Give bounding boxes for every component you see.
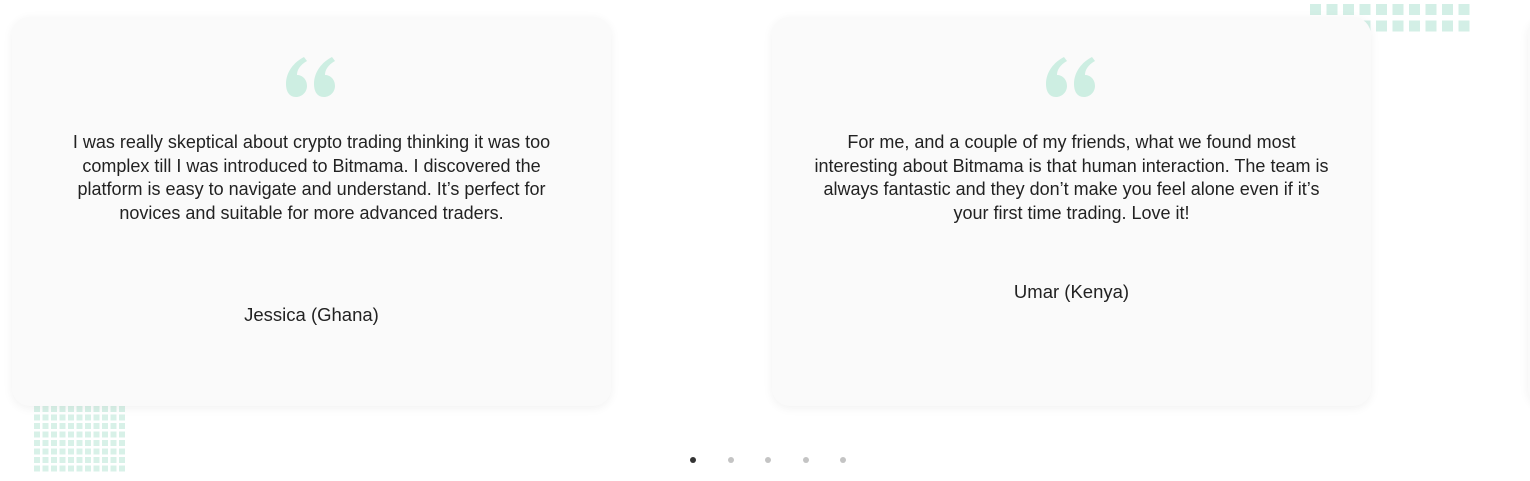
testimonial-card: For me, and a couple of my friends, what… [772,17,1371,406]
decorative-dot-grid-bottom [34,406,125,472]
carousel-pagination [689,456,877,464]
quote-open-icon [12,45,611,105]
testimonial-text: For me, and a couple of my friends, what… [814,132,1329,223]
pagination-dot-5[interactable] [840,457,846,463]
testimonial-text: I was really skeptical about crypto trad… [72,132,551,223]
pagination-dot-2[interactable] [727,457,734,463]
pagination-dot-4[interactable] [802,457,809,463]
testimonial-card: I was really skeptical about crypto trad… [12,17,611,406]
testimonial-author: Jessica (Ghana) [244,304,379,325]
testimonial-author: Umar (Kenya) [1013,281,1130,302]
pagination-dot-1[interactable] [690,457,696,463]
testimonials-section: I was really skeptical about crypto trad… [0,0,1530,481]
quote-open-icon [772,45,1371,105]
pagination-dot-3[interactable] [765,457,771,463]
